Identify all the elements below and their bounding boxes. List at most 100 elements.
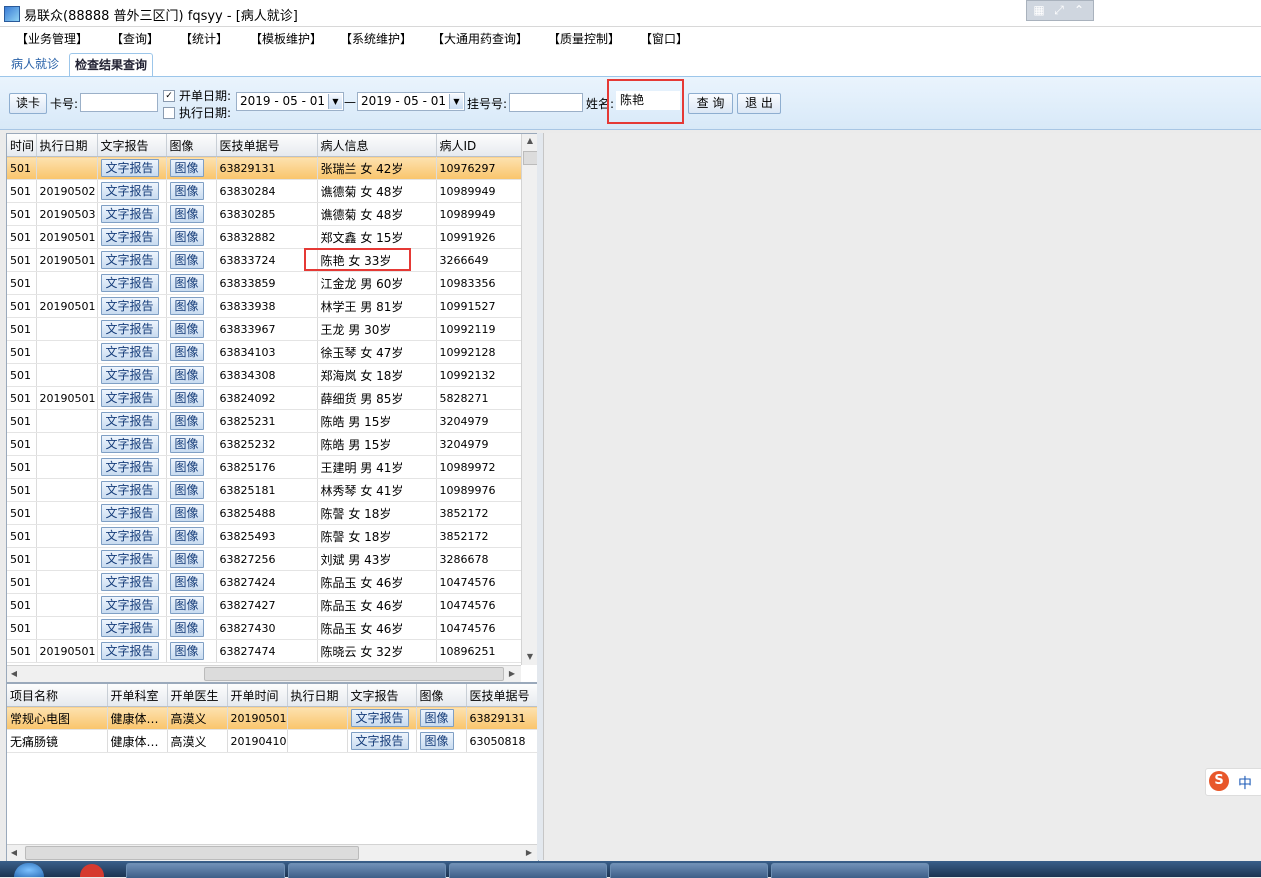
table-row[interactable]: 501 文字报告 图像 63825232 陈皓 男 15岁 3204979 — [7, 432, 522, 456]
text-report-button[interactable]: 文字报告 — [100, 412, 159, 430]
scroll-right-icon[interactable]: ▶ — [505, 666, 519, 682]
table-row[interactable]: 501 20190501 文字报告 图像 63824092 薛细货 男 85岁 582827… — [7, 386, 522, 410]
col-image[interactable]: 图像 — [166, 134, 217, 157]
text-report-button[interactable]: 文字报告 — [100, 182, 159, 200]
query-button[interactable]: 查 询 — [688, 93, 733, 114]
image-button[interactable]: 图像 — [419, 732, 454, 750]
image-button[interactable]: 图像 — [169, 159, 204, 177]
taskbar-item[interactable] — [449, 863, 607, 878]
table-row[interactable]: 501 文字报告 图像 63829131 张瑞兰 女 42岁 10976297 — [7, 156, 522, 180]
date-from-input[interactable]: 2019 - 05 - 01 ▼ — [236, 92, 344, 111]
card-input[interactable] — [80, 93, 158, 112]
image-button[interactable]: 图像 — [169, 251, 204, 269]
text-report-button[interactable]: 文字报告 — [100, 527, 159, 545]
table-row[interactable]: 501 文字报告 图像 63825488 陈謦 女 18岁 3852172 — [7, 501, 522, 525]
image-button[interactable]: 图像 — [169, 343, 204, 361]
table-row[interactable]: 501 文字报告 图像 63834308 郑海岚 女 18岁 10992132 — [7, 363, 522, 387]
text-report-button[interactable]: 文字报告 — [100, 320, 159, 338]
vertical-scrollbar[interactable]: ▲ ▼ — [521, 134, 538, 665]
menu-system[interactable]: 【系统维护】 — [340, 30, 412, 47]
col-item-name[interactable]: 项目名称 — [7, 684, 108, 707]
scroll-down-icon[interactable]: ▼ — [523, 650, 537, 664]
text-report-button[interactable]: 文字报告 — [100, 550, 159, 568]
text-report-button[interactable]: 文字报告 — [100, 251, 159, 269]
table-row[interactable]: 501 20190501 文字报告 图像 63833724 陈艳 女 33岁 3266649 — [7, 248, 522, 272]
image-button[interactable]: 图像 — [169, 481, 204, 499]
image-button[interactable]: 图像 — [169, 642, 204, 660]
table-row[interactable]: 501 文字报告 图像 63825181 林秀琴 女 41岁 10989976 — [7, 478, 522, 502]
image-button[interactable]: 图像 — [169, 573, 204, 591]
taskbar-item[interactable] — [771, 863, 929, 878]
ime-indicator[interactable]: S 中 — [1205, 768, 1261, 796]
order-date-checkbox[interactable]: ✓ — [163, 90, 175, 102]
start-icon[interactable] — [14, 863, 44, 877]
table-row[interactable]: 501 文字报告 图像 63834103 徐玉琴 女 47岁 10992128 — [7, 340, 522, 364]
col-time[interactable]: 时间 — [7, 134, 37, 157]
horizontal-scrollbar[interactable]: ◀ ▶ — [7, 844, 538, 861]
table-row[interactable]: 501 20190503 文字报告 图像 63830285 谯德菊 女 48岁 109899… — [7, 202, 522, 226]
image-button[interactable]: 图像 — [169, 274, 204, 292]
image-button[interactable]: 图像 — [419, 709, 454, 727]
image-button[interactable]: 图像 — [169, 182, 204, 200]
scroll-thumb[interactable] — [523, 151, 538, 165]
text-report-button[interactable]: 文字报告 — [100, 205, 159, 223]
image-button[interactable]: 图像 — [169, 389, 204, 407]
text-report-button[interactable]: 文字报告 — [100, 458, 159, 476]
menu-window[interactable]: 【窗口】 — [640, 30, 688, 47]
exec-date-checkbox[interactable] — [163, 107, 175, 119]
image-button[interactable]: 图像 — [169, 205, 204, 223]
col-exec-date[interactable]: 执行日期 — [287, 684, 348, 707]
tab-patient-visit[interactable]: 病人就诊 — [6, 53, 64, 75]
col-patient-id[interactable]: 病人ID — [436, 134, 522, 157]
scroll-thumb[interactable] — [204, 667, 504, 681]
col-patient-info[interactable]: 病人信息 — [317, 134, 437, 157]
detail-row[interactable]: 常规心电图 健康体… 高漠义 20190501 文字报告 图像 63829131 — [7, 706, 538, 730]
col-text-report[interactable]: 文字报告 — [97, 134, 167, 157]
tab-exam-results[interactable]: 检查结果查询 — [69, 53, 154, 76]
table-row[interactable]: 501 文字报告 图像 63825231 陈皓 男 15岁 3204979 — [7, 409, 522, 433]
text-report-button[interactable]: 文字报告 — [100, 619, 159, 637]
table-row[interactable]: 501 文字报告 图像 63825493 陈謦 女 18岁 3852172 — [7, 524, 522, 548]
browser-icon[interactable] — [80, 864, 104, 877]
taskbar-item[interactable] — [610, 863, 768, 878]
menu-query[interactable]: 【查询】 — [111, 30, 159, 47]
image-button[interactable]: 图像 — [169, 458, 204, 476]
taskbar-item[interactable] — [126, 863, 285, 878]
text-report-button[interactable]: 文字报告 — [100, 343, 159, 361]
table-row[interactable]: 501 20190502 文字报告 图像 63830284 谯德菊 女 48岁 109899… — [7, 179, 522, 203]
image-button[interactable]: 图像 — [169, 527, 204, 545]
col-dept[interactable]: 开单科室 — [107, 684, 168, 707]
scroll-thumb[interactable] — [25, 846, 359, 860]
fullscreen-icon[interactable]: ⤢ — [1049, 2, 1069, 18]
col-doc-no[interactable]: 医技单据号 — [466, 684, 538, 707]
collapse-icon[interactable]: ⌃ — [1069, 2, 1089, 18]
image-button[interactable]: 图像 — [169, 412, 204, 430]
text-report-button[interactable]: 文字报告 — [100, 642, 159, 660]
image-button[interactable]: 图像 — [169, 619, 204, 637]
menu-business[interactable]: 【业务管理】 — [16, 30, 88, 47]
col-order-time[interactable]: 开单时间 — [227, 684, 288, 707]
scroll-right-icon[interactable]: ▶ — [522, 845, 536, 861]
table-row[interactable]: 501 文字报告 图像 63827427 陈品玉 女 46岁 10474576 — [7, 593, 522, 617]
menu-statistics[interactable]: 【统计】 — [180, 30, 228, 47]
col-image[interactable]: 图像 — [416, 684, 467, 707]
table-row[interactable]: 501 文字报告 图像 63825176 王建明 男 41岁 10989972 — [7, 455, 522, 479]
text-report-button[interactable]: 文字报告 — [100, 435, 159, 453]
image-button[interactable]: 图像 — [169, 297, 204, 315]
table-row[interactable]: 501 20190501 文字报告 图像 63833938 林学王 男 81岁 109915… — [7, 294, 522, 318]
image-button[interactable]: 图像 — [169, 504, 204, 522]
text-report-button[interactable]: 文字报告 — [100, 366, 159, 384]
text-report-button[interactable]: 文字报告 — [100, 274, 159, 292]
text-report-button[interactable]: 文字报告 — [350, 709, 409, 727]
chevron-down-icon[interactable]: ▼ — [449, 94, 463, 109]
table-row[interactable]: 501 文字报告 图像 63827424 陈品玉 女 46岁 10474576 — [7, 570, 522, 594]
scroll-left-icon[interactable]: ◀ — [7, 845, 21, 861]
col-exec-date[interactable]: 执行日期 — [36, 134, 98, 157]
image-button[interactable]: 图像 — [169, 228, 204, 246]
text-report-button[interactable]: 文字报告 — [100, 573, 159, 591]
reg-input[interactable] — [509, 93, 583, 112]
read-card-button[interactable]: 读卡 — [9, 93, 47, 114]
scroll-up-icon[interactable]: ▲ — [523, 134, 537, 148]
text-report-button[interactable]: 文字报告 — [350, 732, 409, 750]
table-row[interactable]: 501 文字报告 图像 63827256 刘斌 男 43岁 3286678 — [7, 547, 522, 571]
